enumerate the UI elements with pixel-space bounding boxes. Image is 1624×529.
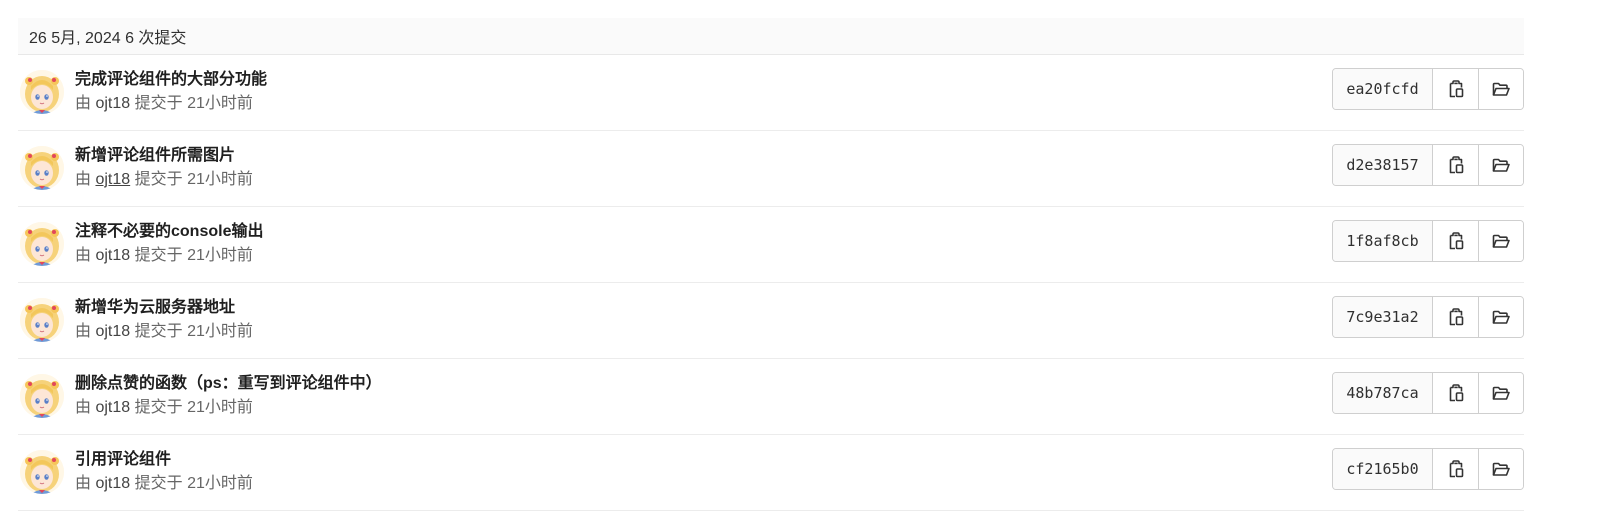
commit-meta: 由 ojt18 提交于 21小时前 xyxy=(75,396,382,420)
by-prefix: 由 xyxy=(75,475,92,492)
commit-time: 提交于 21小时前 xyxy=(134,323,253,340)
commit-info: 注释不必要的console输出 由 ojt18 提交于 21小时前 xyxy=(75,220,263,268)
user-avatar[interactable] xyxy=(20,298,64,342)
commit-sha-button[interactable]: ea20fcfd xyxy=(1333,69,1433,109)
user-avatar[interactable] xyxy=(20,146,64,190)
commit-meta: 由 ojt18 提交于 21小时前 xyxy=(75,244,263,268)
commit-author[interactable]: ojt18 xyxy=(95,95,130,112)
copy-sha-button[interactable] xyxy=(1433,221,1478,261)
copy-sha-button[interactable] xyxy=(1433,449,1478,489)
browse-files-button[interactable] xyxy=(1478,297,1523,337)
copy-sha-button[interactable] xyxy=(1433,373,1478,413)
commit-author[interactable]: ojt18 xyxy=(95,323,130,340)
browse-files-button[interactable] xyxy=(1478,69,1523,109)
browse-files-button[interactable] xyxy=(1478,145,1523,185)
user-avatar[interactable] xyxy=(20,374,64,418)
commit-row: 引用评论组件 由 ojt18 提交于 21小时前 cf2165b0 xyxy=(18,435,1524,511)
day-header: 26 5月, 2024 6 次提交 xyxy=(18,18,1524,55)
browse-files-button[interactable] xyxy=(1478,373,1523,413)
user-avatar[interactable] xyxy=(20,70,64,114)
commit-sha-button[interactable]: 7c9e31a2 xyxy=(1333,297,1433,337)
clipboard-icon xyxy=(1448,156,1464,174)
commit-time: 提交于 21小时前 xyxy=(134,95,253,112)
commit-actions: 7c9e31a2 xyxy=(1332,296,1524,338)
commit-list: 26 5月, 2024 6 次提交 完成评论组件的大部分功能 由 ojt18 提… xyxy=(18,18,1524,511)
commit-author[interactable]: ojt18 xyxy=(95,475,130,492)
commit-row: 完成评论组件的大部分功能 由 ojt18 提交于 21小时前 ea20fcfd xyxy=(18,55,1524,131)
by-prefix: 由 xyxy=(75,399,92,416)
commit-time: 提交于 21小时前 xyxy=(134,247,253,264)
commit-row: 删除点赞的函数（ps：重写到评论组件中） 由 ojt18 提交于 21小时前 4… xyxy=(18,359,1524,435)
commit-author[interactable]: ojt18 xyxy=(95,399,130,416)
folder-open-icon xyxy=(1492,310,1510,325)
folder-open-icon xyxy=(1492,386,1510,401)
commit-meta: 由 ojt18 提交于 21小时前 xyxy=(75,168,253,192)
commit-meta: 由 ojt18 提交于 21小时前 xyxy=(75,320,253,344)
browse-files-button[interactable] xyxy=(1478,221,1523,261)
by-prefix: 由 xyxy=(75,95,92,112)
clipboard-icon xyxy=(1448,460,1464,478)
clipboard-icon xyxy=(1448,308,1464,326)
browse-files-button[interactable] xyxy=(1478,449,1523,489)
user-avatar[interactable] xyxy=(20,450,64,494)
folder-open-icon xyxy=(1492,462,1510,477)
commit-time: 提交于 21小时前 xyxy=(134,399,253,416)
commit-info: 完成评论组件的大部分功能 由 ojt18 提交于 21小时前 xyxy=(75,68,267,116)
commit-info: 新增评论组件所需图片 由 ojt18 提交于 21小时前 xyxy=(75,144,253,192)
commit-author[interactable]: ojt18 xyxy=(95,171,130,188)
by-prefix: 由 xyxy=(75,323,92,340)
commit-row: 新增华为云服务器地址 由 ojt18 提交于 21小时前 7c9e31a2 xyxy=(18,283,1524,359)
commit-row: 注释不必要的console输出 由 ojt18 提交于 21小时前 1f8af8… xyxy=(18,207,1524,283)
commit-time: 提交于 21小时前 xyxy=(134,171,253,188)
by-prefix: 由 xyxy=(75,247,92,264)
by-prefix: 由 xyxy=(75,171,92,188)
commit-title[interactable]: 引用评论组件 xyxy=(75,448,253,472)
commit-title[interactable]: 注释不必要的console输出 xyxy=(75,220,263,244)
copy-sha-button[interactable] xyxy=(1433,297,1478,337)
commit-meta: 由 ojt18 提交于 21小时前 xyxy=(75,92,267,116)
commit-author[interactable]: ojt18 xyxy=(95,247,130,264)
commit-title[interactable]: 新增华为云服务器地址 xyxy=(75,296,253,320)
clipboard-icon xyxy=(1448,384,1464,402)
folder-open-icon xyxy=(1492,82,1510,97)
user-avatar[interactable] xyxy=(20,222,64,266)
commit-actions: d2e38157 xyxy=(1332,144,1524,186)
commit-info: 删除点赞的函数（ps：重写到评论组件中） 由 ojt18 提交于 21小时前 xyxy=(75,372,382,420)
commit-actions: 1f8af8cb xyxy=(1332,220,1524,262)
commit-row: 新增评论组件所需图片 由 ojt18 提交于 21小时前 d2e38157 xyxy=(18,131,1524,207)
copy-sha-button[interactable] xyxy=(1433,145,1478,185)
commit-info: 新增华为云服务器地址 由 ojt18 提交于 21小时前 xyxy=(75,296,253,344)
commit-title[interactable]: 删除点赞的函数（ps：重写到评论组件中） xyxy=(75,372,382,396)
folder-open-icon xyxy=(1492,234,1510,249)
commit-title[interactable]: 新增评论组件所需图片 xyxy=(75,144,253,168)
commit-meta: 由 ojt18 提交于 21小时前 xyxy=(75,472,253,496)
commit-info: 引用评论组件 由 ojt18 提交于 21小时前 xyxy=(75,448,253,496)
commit-title[interactable]: 完成评论组件的大部分功能 xyxy=(75,68,267,92)
commit-sha-button[interactable]: 48b787ca xyxy=(1333,373,1433,413)
commit-actions: cf2165b0 xyxy=(1332,448,1524,490)
copy-sha-button[interactable] xyxy=(1433,69,1478,109)
commit-actions: 48b787ca xyxy=(1332,372,1524,414)
commit-sha-button[interactable]: 1f8af8cb xyxy=(1333,221,1433,261)
commit-sha-button[interactable]: d2e38157 xyxy=(1333,145,1433,185)
clipboard-icon xyxy=(1448,232,1464,250)
clipboard-icon xyxy=(1448,80,1464,98)
commit-actions: ea20fcfd xyxy=(1332,68,1524,110)
commit-time: 提交于 21小时前 xyxy=(134,475,253,492)
commit-sha-button[interactable]: cf2165b0 xyxy=(1333,449,1433,489)
folder-open-icon xyxy=(1492,158,1510,173)
